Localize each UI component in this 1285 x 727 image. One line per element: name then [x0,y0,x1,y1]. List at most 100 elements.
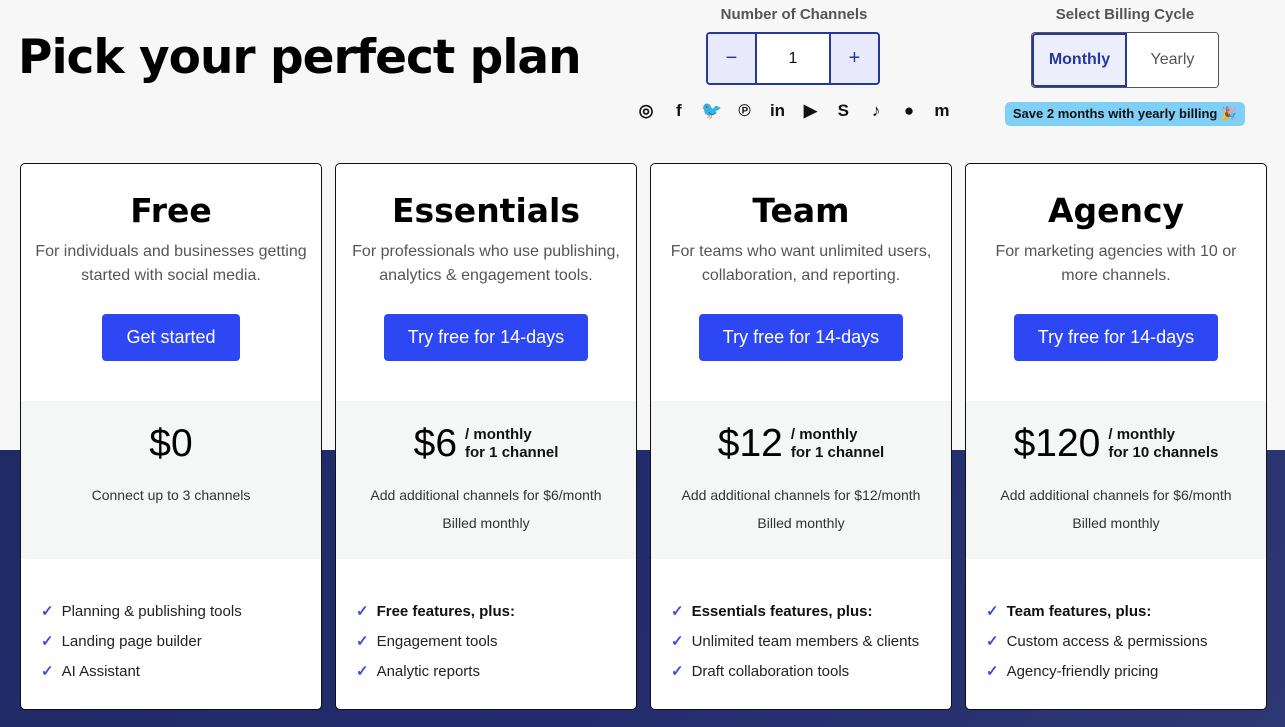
check-icon: ✓ [671,663,684,680]
feature-list: ✓ Team features, plus: ✓ Custom access & pe… [966,559,1266,686]
price-note: Add additional channels for $12/month [681,487,921,503]
price-amount: $0 [149,422,193,465]
card-header: Essentials For professionals who use pub… [336,164,636,401]
price-notes: Add additional channels for $12/month Bil… [651,481,951,537]
price-period-label: / monthly [1108,426,1176,443]
feature-item: ✓ Custom access & permissions [986,626,1266,656]
channel-selector: Number of Channels − 1 + ◎ f 🐦 ℗ in ▶ S ♪ ● m [632,6,956,123]
feature-list: ✓ Essentials features, plus: ✓ Unlimited te… [651,559,951,686]
price-row: $6 / monthly for 1 channel [336,419,636,469]
plan-cta-button[interactable]: Get started [102,314,240,361]
feature-text: Landing page builder [61,632,202,650]
plan-name: Free [130,191,212,230]
feature-item: ✓ Landing page builder [41,626,321,656]
feature-text: Draft collaboration tools [691,662,850,680]
google-business-icon: ● [903,101,915,120]
check-icon: ✓ [986,633,999,650]
price-notes: Add additional channels for $6/month Bill… [966,481,1266,537]
feature-item: ✓ Unlimited team members & clients [671,626,951,656]
plan-description: For professionals who use publishing, an… [352,243,620,284]
price-row: $0 [21,419,321,469]
feature-text: Team features, plus: [1006,602,1152,620]
billing-yearly-option[interactable]: Yearly [1127,33,1218,87]
feature-item: ✓ Engagement tools [356,626,636,656]
price-row: $120 / monthly for 10 channels [966,419,1266,469]
check-icon: ✓ [41,663,54,680]
feature-text: Planning & publishing tools [61,602,242,620]
feature-text: Unlimited team members & clients [691,632,920,650]
billing-cycle-selector: Select Billing Cycle Monthly Yearly Save… [1000,6,1250,126]
decrement-button[interactable]: − [708,34,755,83]
plan-name: Essentials [391,191,580,230]
mastodon-icon: m [934,101,950,120]
plan-description: For individuals and businesses getting s… [35,243,307,284]
feature-item: ✓ Essentials features, plus: [671,596,951,626]
price-notes: Connect up to 3 channels [21,481,321,509]
plan-card-team: Team For teams who want unlimited users,… [650,163,952,710]
price-note: Billed monthly [442,515,530,531]
check-icon: ✓ [986,603,999,620]
channels-label: Number of Channels [720,6,868,23]
feature-list: ✓ Free features, plus: ✓ Engagement tools ✓ A… [336,559,636,686]
check-icon: ✓ [986,663,999,680]
social-icons: ◎ f 🐦 ℗ in ▶ S ♪ ● m [632,99,956,123]
card-header: Free For individuals and businesses gett… [21,164,321,401]
price-period: / monthly for 1 channel [465,426,558,462]
plan-description: For marketing agencies with 10 or more c… [995,243,1237,284]
check-icon: ✓ [41,633,54,650]
check-icon: ✓ [356,633,369,650]
card-header: Agency For marketing agencies with 10 or… [966,164,1266,401]
feature-item: ✓ Draft collaboration tools [671,656,951,686]
price-notes: Add additional channels for $6/month Bill… [336,481,636,537]
plan-card-free: Free For individuals and businesses gett… [20,163,322,710]
billing-monthly-option[interactable]: Monthly [1032,33,1127,87]
plan-cards: Free For individuals and businesses gett… [20,163,1267,710]
channel-stepper: − 1 + [706,32,880,85]
price-section: $12 / monthly for 1 channel Add additiona… [651,401,951,559]
price-amount: $6 [413,422,458,465]
billing-toggle: Monthly Yearly [1031,32,1219,88]
feature-item: ✓ Team features, plus: [986,596,1266,626]
shopify-icon: S [837,101,849,120]
instagram-icon: ◎ [638,101,654,120]
plan-card-agency: Agency For marketing agencies with 10 or… [965,163,1267,710]
check-icon: ✓ [671,633,684,650]
feature-text: Essentials features, plus: [691,602,873,620]
plan-cta-button[interactable]: Try free for 14-days [1013,314,1219,361]
feature-text: Custom access & permissions [1006,632,1208,650]
billing-label: Select Billing Cycle [1055,6,1195,23]
plan-description: For teams who want unlimited users, coll… [670,243,932,284]
youtube-icon: ▶ [803,101,817,120]
plan-cta-button[interactable]: Try free for 14-days [383,314,589,361]
linkedin-icon: in [769,101,786,120]
price-unit-label: for 1 channel [790,444,885,461]
price-period-label: / monthly [465,426,532,443]
price-note: Billed monthly [757,515,845,531]
feature-item: ✓ Agency-friendly pricing [986,656,1266,686]
price-row: $12 / monthly for 1 channel [651,419,951,469]
feature-item: ✓ AI Assistant [41,656,321,686]
increment-button[interactable]: + [831,34,878,83]
plan-name: Agency [1047,191,1185,230]
price-period-label: / monthly [790,426,858,443]
price-amount: $120 [1013,422,1101,465]
price-amount: $12 [717,422,783,465]
feature-text: AI Assistant [61,662,140,680]
feature-item: ✓ Free features, plus: [356,596,636,626]
feature-text: Agency-friendly pricing [1006,662,1159,680]
price-note: Add additional channels for $6/month [1000,487,1232,503]
price-section: $6 / monthly for 1 channel Add additional… [336,401,636,559]
feature-text: Free features, plus: [376,602,515,620]
save-badge: Save 2 months with yearly billing 🎉 [1004,102,1246,126]
channel-count-input[interactable]: 1 [755,34,831,83]
check-icon: ✓ [356,663,369,680]
plan-card-essentials: Essentials For professionals who use pub… [335,163,637,710]
check-icon: ✓ [41,603,54,620]
price-unit-label: for 10 channels [1108,444,1219,461]
feature-text: Engagement tools [376,632,498,650]
price-period: / monthly for 1 channel [791,426,884,462]
price-section: $0 Connect up to 3 channels [21,401,321,559]
feature-list: ✓ Planning & publishing tools ✓ Landing pag… [21,559,321,686]
check-icon: ✓ [356,603,369,620]
plan-cta-button[interactable]: Try free for 14-days [698,314,904,361]
